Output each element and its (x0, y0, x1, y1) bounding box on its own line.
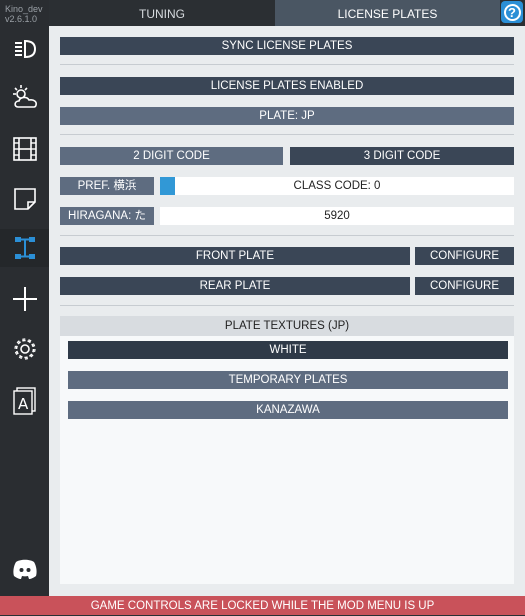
sidebar-item-add[interactable] (0, 280, 49, 318)
divider (60, 235, 514, 236)
prefecture-selector[interactable]: PREF. 横浜 (60, 177, 154, 195)
three-digit-code-button[interactable]: 3 DIGIT CODE (290, 147, 514, 165)
front-configure-button[interactable]: CONFIGURE (415, 247, 514, 265)
texture-item-kanazawa[interactable]: KANAZAWA (68, 401, 508, 419)
sidebar-item-weather[interactable] (0, 79, 49, 117)
divider (60, 134, 514, 135)
sidebar: Kino_dev v2.6.1.0 A (0, 0, 49, 596)
tab-tuning[interactable]: TUNING (49, 0, 275, 26)
sidebar-item-lights[interactable] (0, 30, 49, 68)
discord-icon (12, 559, 37, 579)
username: Kino_dev (5, 4, 43, 14)
rear-plate-toggle[interactable]: REAR PLATE (60, 277, 410, 295)
hiragana-selector[interactable]: HIRAGANA: た (60, 207, 154, 225)
class-code-label: CLASS CODE: 0 (293, 180, 381, 192)
two-digit-code-button[interactable]: 2 DIGIT CODE (60, 147, 283, 165)
texture-item-white[interactable]: WHITE (68, 341, 508, 359)
tuning-icon (14, 237, 35, 259)
sidebar-item-discord[interactable] (0, 550, 49, 588)
sync-license-plates-button[interactable]: SYNC LICENSE PLATES (60, 37, 514, 55)
divider (60, 305, 514, 306)
tab-bar: TUNING LICENSE PLATES ? (49, 0, 525, 26)
settings-icon (13, 338, 36, 360)
help-icon: ? (503, 3, 521, 21)
version-info: Kino_dev v2.6.1.0 (5, 4, 43, 24)
sidebar-item-fonts[interactable]: A (0, 381, 49, 419)
svg-text:A: A (18, 395, 29, 413)
plate-number-input[interactable]: 5920 (160, 207, 514, 225)
tab-license-plates[interactable]: LICENSE PLATES (275, 0, 500, 26)
license-plates-panel: SYNC LICENSE PLATES LICENSE PLATES ENABL… (49, 26, 525, 596)
sidebar-item-notes[interactable] (0, 180, 49, 218)
font-icon: A (12, 387, 36, 415)
rear-configure-button[interactable]: CONFIGURE (415, 277, 514, 295)
front-plate-toggle[interactable]: FRONT PLATE (60, 247, 410, 265)
plate-region-selector[interactable]: PLATE: JP (60, 107, 514, 125)
sidebar-item-settings[interactable] (0, 330, 49, 368)
film-icon (12, 137, 37, 161)
note-icon (13, 188, 36, 210)
add-icon (12, 287, 37, 311)
controls-locked-banner: GAME CONTROLS ARE LOCKED WHILE THE MOD M… (0, 596, 525, 615)
class-code-slider[interactable]: CLASS CODE: 0 (160, 177, 514, 195)
weather-icon (12, 85, 37, 108)
help-button[interactable]: ? (501, 1, 523, 23)
sidebar-item-video[interactable] (0, 130, 49, 168)
version-number: v2.6.1.0 (5, 14, 38, 24)
plate-textures-header: PLATE TEXTURES (JP) (60, 316, 514, 336)
sidebar-item-tuning[interactable] (0, 229, 49, 267)
license-plates-enabled-toggle[interactable]: LICENSE PLATES ENABLED (60, 77, 514, 95)
divider (60, 64, 514, 65)
slider-handle[interactable] (160, 177, 175, 195)
texture-item-temporary[interactable]: TEMPORARY PLATES (68, 371, 508, 389)
headlight-icon (14, 39, 36, 59)
